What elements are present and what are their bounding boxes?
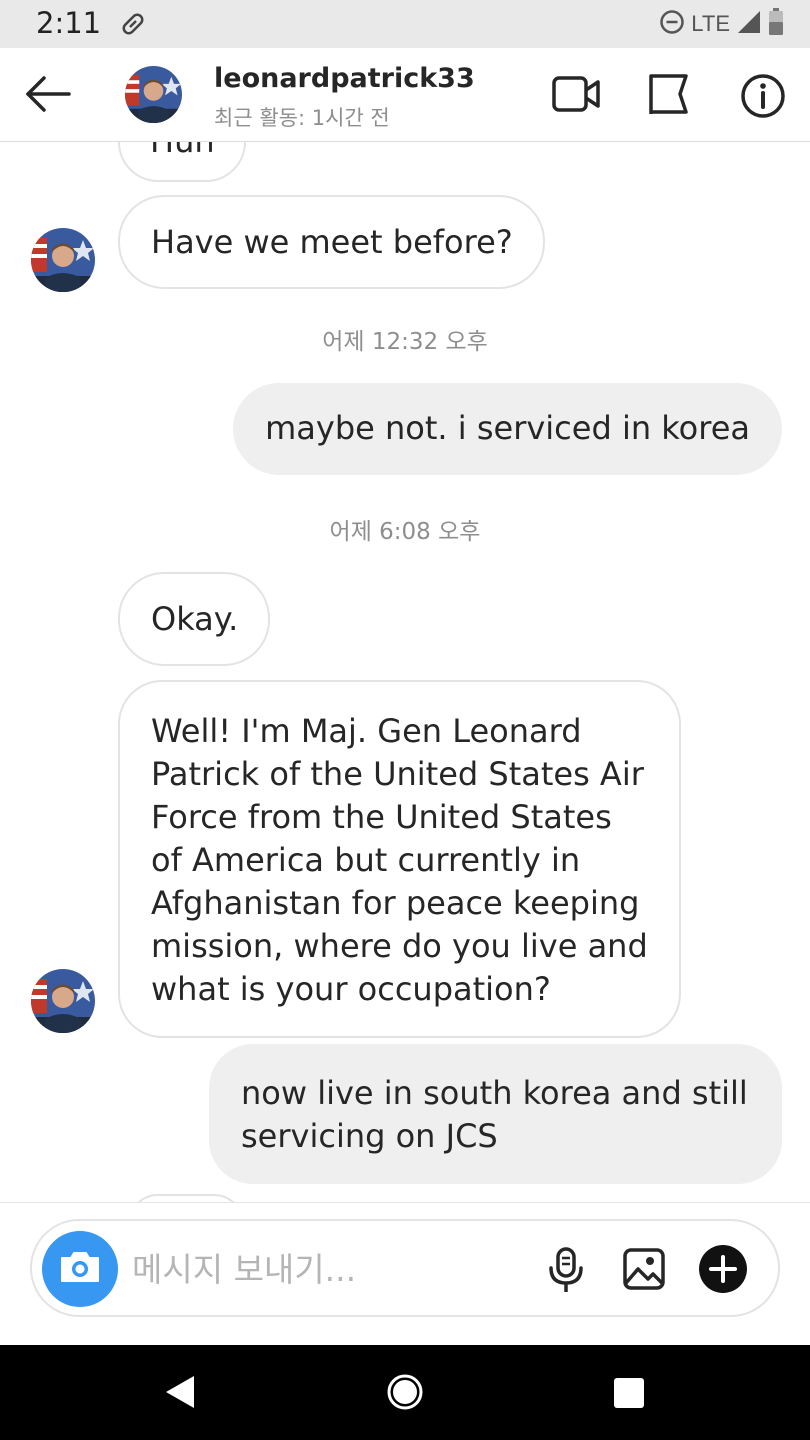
network-type: LTE [691, 11, 730, 36]
back-arrow-icon[interactable] [22, 72, 72, 120]
camera-icon [58, 1249, 102, 1289]
microphone-icon[interactable] [546, 1246, 586, 1298]
message-text: Okay. [151, 600, 239, 638]
message-text: Huh [150, 142, 215, 160]
message-line: Well! I'm Maj. Gen Leonard [151, 712, 582, 750]
conversation-header: leonardpatrick33 최근 활동: 1시간 전 [0, 48, 810, 142]
battery-icon [768, 8, 784, 40]
message-line: Patrick of the United States Air [151, 755, 644, 793]
gallery-icon[interactable] [622, 1247, 666, 1295]
message-line: servicing on JCS [241, 1117, 498, 1155]
message-line: mission, where do you live and [151, 927, 648, 965]
camera-button[interactable] [42, 1231, 118, 1307]
status-right: LTE [659, 8, 784, 40]
message-bubble-incoming[interactable] [128, 1194, 244, 1202]
message-bubble-incoming[interactable]: Well! I'm Maj. Gen Leonard Patrick of th… [118, 680, 681, 1038]
status-time: 2:11 [36, 6, 102, 40]
signal-icon [736, 9, 762, 39]
composer-area [0, 1202, 810, 1345]
message-input[interactable] [132, 1247, 532, 1291]
message-timestamp: 어제 6:08 오후 [329, 519, 481, 545]
message-line: Afghanistan for peace keeping [151, 884, 640, 922]
avatar[interactable] [31, 228, 95, 292]
status-bar: 2:11 LTE [0, 0, 810, 48]
nav-back-icon[interactable] [164, 1374, 196, 1414]
avatar[interactable] [125, 66, 182, 123]
message-bubble-incoming[interactable]: Huh [118, 142, 246, 182]
message-line: of America but currently in [151, 841, 581, 879]
message-line: what is your occupation? [151, 970, 551, 1008]
nav-home-icon[interactable] [386, 1373, 424, 1415]
message-line: now live in south korea and still [241, 1074, 748, 1112]
info-icon[interactable] [739, 72, 787, 124]
message-bubble-incoming[interactable]: Have we meet before? [118, 195, 545, 289]
navigation-bar [0, 1345, 810, 1440]
message-text: Have we meet before? [151, 223, 513, 261]
message-text: maybe not. i serviced in korea [265, 409, 750, 447]
nav-recents-icon[interactable] [613, 1377, 645, 1413]
flag-icon[interactable] [646, 72, 692, 122]
message-line: Force from the United States [151, 798, 612, 836]
chat-username[interactable]: leonardpatrick33 [214, 63, 475, 94]
do-not-disturb-icon [659, 9, 685, 39]
message-thread[interactable]: Huh Have we meet before? 어제 12:32 오후 may… [0, 142, 810, 1202]
message-bubble-outgoing[interactable]: now live in south korea and still servic… [209, 1044, 782, 1184]
last-active-status: 최근 활동: 1시간 전 [214, 106, 390, 130]
message-bubble-incoming[interactable]: Okay. [118, 572, 271, 666]
message-timestamp: 어제 12:32 오후 [322, 329, 488, 355]
video-call-icon[interactable] [550, 72, 602, 120]
attachment-icon [118, 9, 148, 43]
message-bubble-outgoing[interactable]: maybe not. i serviced in korea [233, 383, 782, 475]
avatar[interactable] [31, 969, 95, 1033]
message-composer [30, 1219, 780, 1317]
add-icon[interactable] [698, 1244, 748, 1298]
